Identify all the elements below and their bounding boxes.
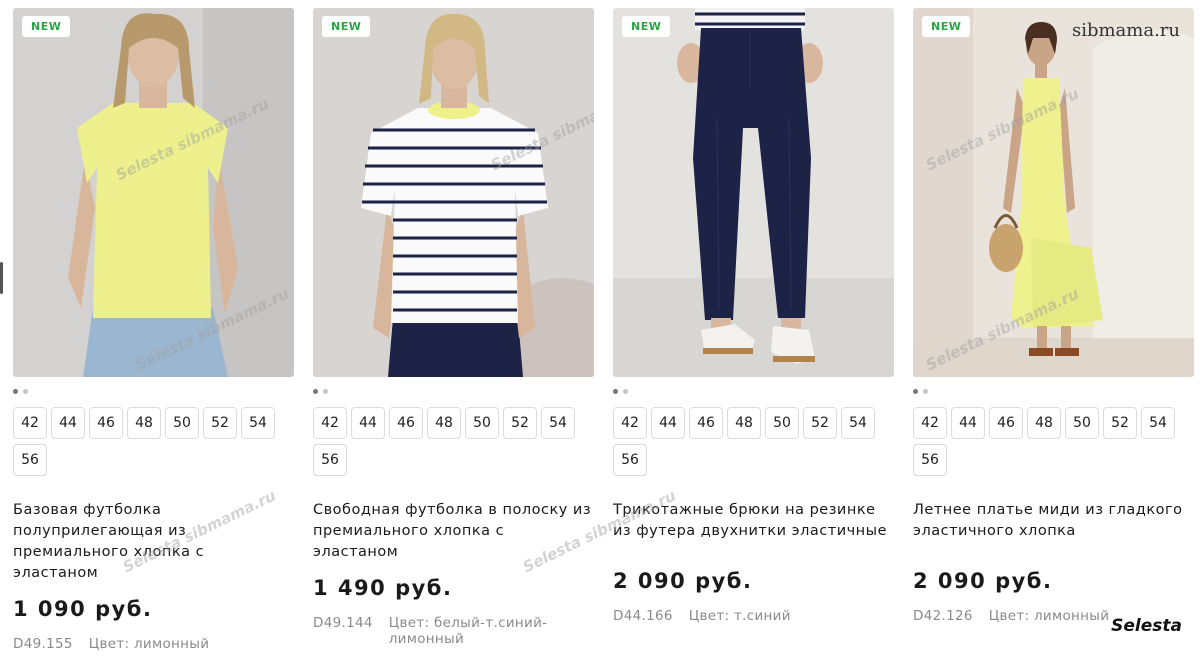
product-article: D42.126 [913,608,973,624]
size-option[interactable]: 48 [727,407,761,439]
product-meta: D44.166 Цвет: т.синий [613,608,791,624]
product-photo-navy-trousers[interactable]: NEW [613,8,894,377]
product-meta: D49.155 Цвет: лимонный [13,636,209,652]
size-option[interactable]: 50 [465,407,499,439]
size-selector: 42 44 46 48 50 52 54 56 [613,407,898,476]
product-card: NEW Selesta sibmama.ru 42 44 46 48 50 52… [313,8,594,656]
size-option[interactable]: 52 [803,407,837,439]
product-card: NEW 42 44 46 48 50 52 54 56 Трикотажные … [613,8,894,656]
size-option[interactable]: 52 [1103,407,1137,439]
carousel-dot[interactable] [323,388,328,394]
product-card: NEW Selesta sibmama.ru Selesta sibmama.r… [13,8,294,656]
image-carousel-dots [313,387,328,395]
product-price: 2 090 руб. [613,569,753,593]
product-color: Цвет: белый-т.синий-лимонный [388,615,548,647]
size-option[interactable]: 56 [613,444,647,476]
image-carousel-dots [913,387,928,395]
size-option[interactable]: 54 [1141,407,1175,439]
image-carousel-dots [13,387,28,395]
watermark-site: sibmama.ru [1071,20,1180,41]
size-option[interactable]: 56 [913,444,947,476]
size-option[interactable]: 42 [13,407,47,439]
carousel-dot[interactable] [623,388,628,394]
size-option[interactable]: 50 [165,407,199,439]
product-article: D49.155 [13,636,73,652]
size-option[interactable]: 46 [89,407,123,439]
carousel-dot[interactable] [313,388,318,394]
carousel-dot[interactable] [13,388,18,394]
product-photo-yellow-dress[interactable]: NEW Selesta sibmama.ru Selesta sibmama.r… [913,8,1194,377]
size-selector: 42 44 46 48 50 52 54 56 [13,407,298,476]
size-option[interactable]: 42 [913,407,947,439]
carousel-dot[interactable] [923,388,928,394]
product-photo-yellow-tshirt[interactable]: NEW Selesta sibmama.ru Selesta sibmama.r… [13,8,294,377]
size-option[interactable]: 44 [651,407,685,439]
product-name[interactable]: Трикотажные брюки на резинке из футера д… [613,500,894,542]
image-carousel-dots [613,387,628,395]
carousel-dot[interactable] [23,388,28,394]
size-option[interactable]: 54 [841,407,875,439]
product-price: 1 090 руб. [13,597,153,621]
carousel-dot[interactable] [913,388,918,394]
product-meta: D49.144 Цвет: белый-т.синий-лимонный [313,615,569,647]
size-selector: 42 44 46 48 50 52 54 56 [313,407,598,476]
new-badge: NEW [622,16,671,37]
size-option[interactable]: 48 [427,407,461,439]
watermark-brand: Selesta [1111,616,1182,636]
size-option[interactable]: 44 [951,407,985,439]
new-badge: NEW [922,16,971,37]
size-option[interactable]: 44 [351,407,385,439]
size-option[interactable]: 46 [389,407,423,439]
size-selector: 42 44 46 48 50 52 54 56 [913,407,1198,476]
size-option[interactable]: 48 [127,407,161,439]
size-option[interactable]: 46 [689,407,723,439]
product-grid: NEW Selesta sibmama.ru Selesta sibmama.r… [13,8,1198,656]
product-article: D49.144 [313,615,373,631]
size-option[interactable]: 44 [51,407,85,439]
size-option[interactable]: 54 [241,407,275,439]
size-option[interactable]: 42 [613,407,647,439]
product-name[interactable]: Базовая футболка полуприлегающая из прем… [13,500,294,584]
size-option[interactable]: 52 [203,407,237,439]
product-price: 2 090 руб. [913,569,1053,593]
product-article: D44.166 [613,608,673,624]
new-badge: NEW [22,16,71,37]
carousel-dot[interactable] [613,388,618,394]
size-option[interactable]: 48 [1027,407,1061,439]
product-name[interactable]: Свободная футболка в полоску из премиаль… [313,500,594,563]
size-option[interactable]: 50 [765,407,799,439]
size-option[interactable]: 50 [1065,407,1099,439]
product-price: 1 490 руб. [313,576,453,600]
product-meta: D42.126 Цвет: лимонный [913,608,1109,624]
product-photo-striped-tshirt[interactable]: NEW Selesta sibmama.ru [313,8,594,377]
size-option[interactable]: 56 [13,444,47,476]
size-option[interactable]: 42 [313,407,347,439]
size-option[interactable]: 52 [503,407,537,439]
size-option[interactable]: 54 [541,407,575,439]
product-color: Цвет: т.синий [688,608,791,624]
product-color: Цвет: лимонный [988,608,1110,624]
product-color: Цвет: лимонный [88,636,210,652]
size-option[interactable]: 46 [989,407,1023,439]
product-name[interactable]: Летнее платье миди из гладкого эластично… [913,500,1194,542]
new-badge: NEW [322,16,371,37]
scroll-edge-handle[interactable] [0,262,3,294]
size-option[interactable]: 56 [313,444,347,476]
product-card: NEW Selesta sibmama.ru Selesta sibmama.r… [913,8,1194,656]
